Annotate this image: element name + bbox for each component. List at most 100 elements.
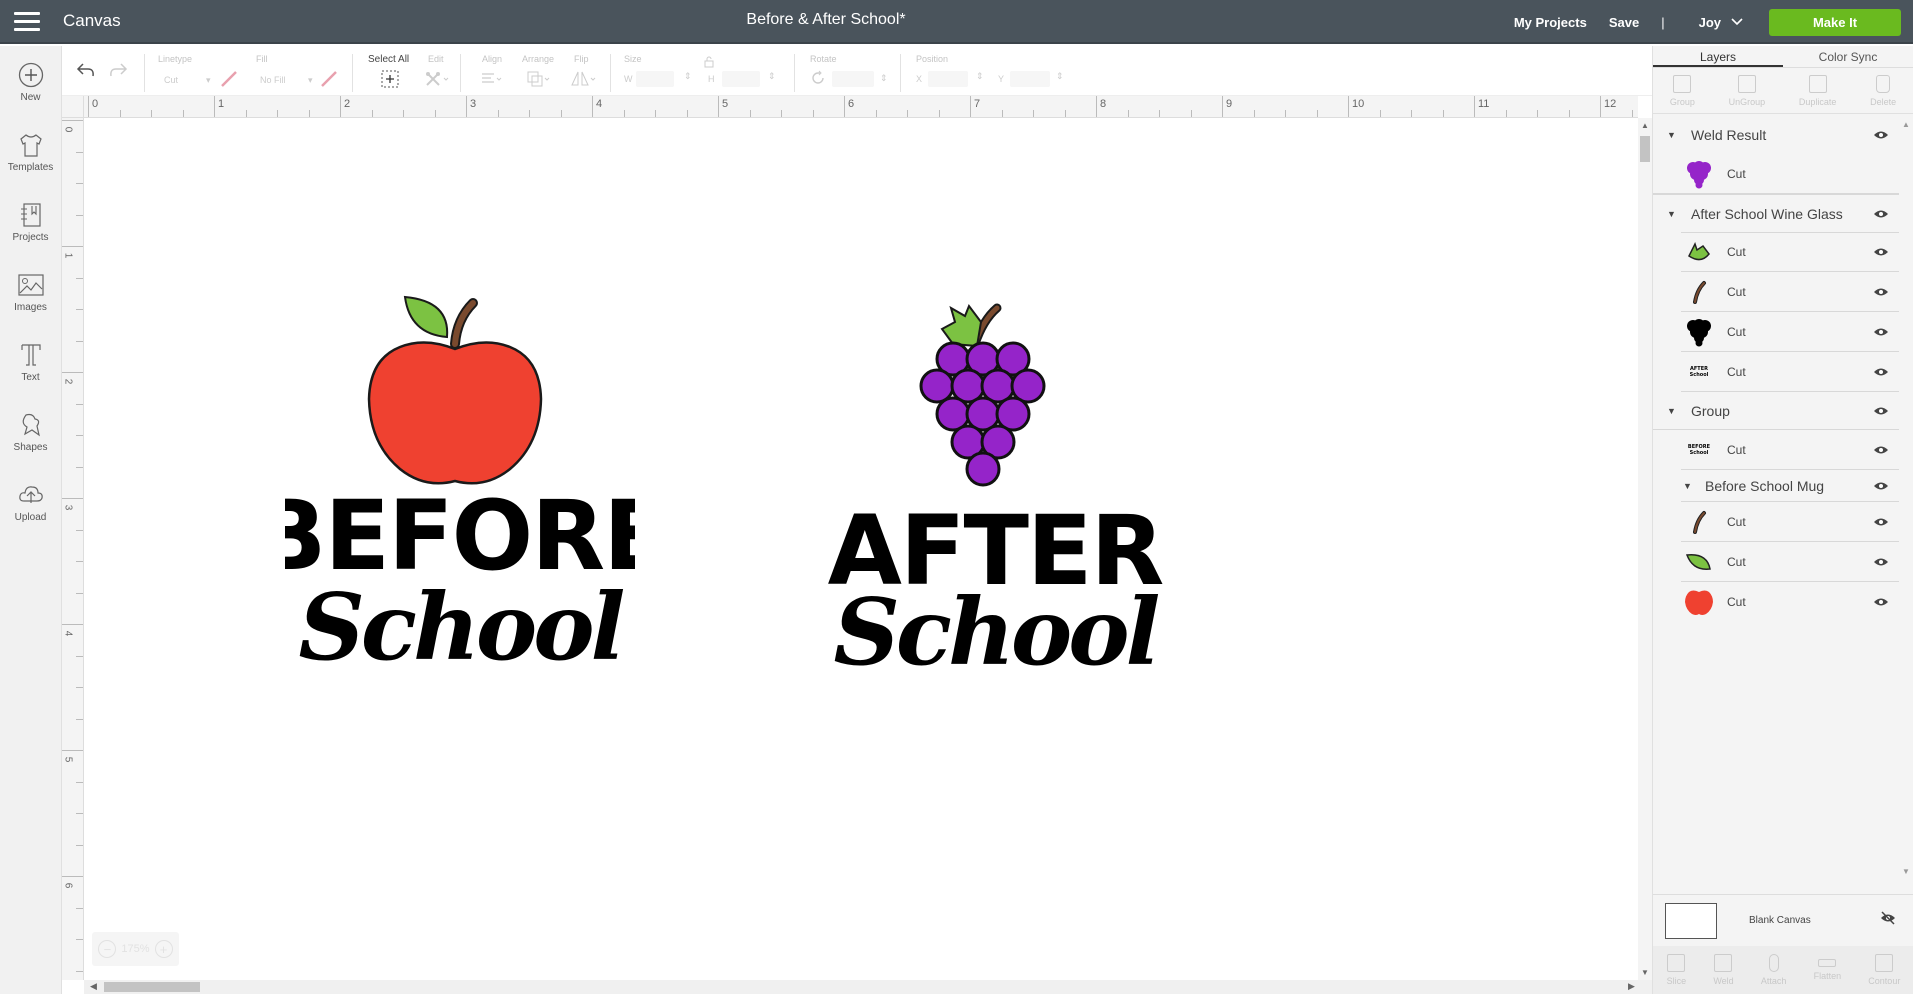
linetype-select[interactable]: Cut ▾ bbox=[158, 70, 268, 90]
design-canvas[interactable]: Before School After School − 175% + bbox=[85, 119, 1638, 980]
eye-icon[interactable] bbox=[1873, 406, 1889, 416]
eye-hidden-icon[interactable] bbox=[1880, 911, 1896, 925]
group-button[interactable]: Group bbox=[1670, 74, 1695, 107]
tab-layers[interactable]: Layers bbox=[1653, 46, 1783, 67]
eye-icon[interactable] bbox=[1873, 287, 1889, 297]
fill-select[interactable]: No Fill ▾ bbox=[256, 70, 316, 90]
x-input[interactable] bbox=[928, 71, 968, 87]
layer-item[interactable]: Cut bbox=[1653, 154, 1899, 194]
make-it-button[interactable]: Make It bbox=[1769, 8, 1901, 36]
duplicate-button[interactable]: Duplicate bbox=[1798, 74, 1837, 107]
attach-button[interactable]: Attach bbox=[1761, 954, 1786, 986]
layer-item[interactable]: Cut bbox=[1681, 232, 1899, 272]
collapse-caret-icon[interactable]: ▼ bbox=[1667, 209, 1677, 219]
canvas-vertical-scrollbar[interactable]: ▲ ▼ bbox=[1638, 118, 1652, 980]
scrollbar-thumb[interactable] bbox=[1640, 136, 1650, 162]
contour-button[interactable]: Contour bbox=[1868, 954, 1900, 986]
align-icon[interactable] bbox=[480, 72, 504, 86]
action-label: Weld bbox=[1713, 976, 1734, 986]
collapse-caret-icon[interactable]: ▼ bbox=[1667, 130, 1677, 140]
x-stepper[interactable]: ⇕ bbox=[976, 71, 984, 82]
group-name: After School Wine Glass bbox=[1691, 205, 1843, 222]
rotate-input[interactable] bbox=[832, 71, 874, 87]
tab-color-sync[interactable]: Color Sync bbox=[1783, 46, 1913, 67]
before-school-design[interactable]: Before School bbox=[285, 259, 635, 669]
linetype-color-swatch[interactable] bbox=[220, 70, 238, 88]
my-projects-link[interactable]: My Projects bbox=[1514, 15, 1587, 30]
scroll-up-arrow[interactable]: ▲ bbox=[1902, 120, 1910, 129]
nav-images[interactable]: Images bbox=[0, 256, 61, 326]
action-label: Duplicate bbox=[1798, 96, 1837, 107]
lock-icon[interactable] bbox=[704, 56, 714, 68]
width-stepper[interactable]: ⇕ bbox=[684, 71, 692, 82]
nav-shapes[interactable]: Shapes bbox=[0, 396, 61, 466]
layer-group-after-school[interactable]: ▼ After School Wine Glass bbox=[1653, 194, 1899, 232]
eye-icon[interactable] bbox=[1873, 481, 1889, 491]
layers-scrollbar[interactable]: ▲ ▼ bbox=[1899, 116, 1913, 880]
select-all-icon[interactable] bbox=[380, 69, 400, 89]
save-button[interactable]: Save bbox=[1609, 15, 1639, 30]
blank-canvas-row[interactable]: Blank Canvas bbox=[1653, 894, 1913, 946]
layer-item[interactable]: Cut bbox=[1681, 312, 1899, 352]
ruler-label: 0 bbox=[92, 98, 99, 110]
eye-icon[interactable] bbox=[1873, 367, 1889, 377]
height-input[interactable] bbox=[722, 71, 760, 87]
scroll-left-arrow[interactable]: ◀ bbox=[90, 981, 97, 992]
edit-icon[interactable] bbox=[424, 70, 450, 88]
layer-item[interactable]: BEFORE School Cut bbox=[1681, 430, 1899, 470]
ungroup-button[interactable]: UnGroup bbox=[1729, 74, 1765, 107]
undo-icon[interactable] bbox=[76, 61, 96, 79]
scroll-down-arrow[interactable]: ▼ bbox=[1902, 867, 1910, 876]
layer-group-weld-result[interactable]: ▼ Weld Result bbox=[1653, 116, 1899, 154]
after-school-design[interactable]: After School bbox=[825, 274, 1165, 674]
width-input[interactable] bbox=[636, 71, 674, 87]
fill-color-swatch[interactable] bbox=[320, 70, 338, 88]
nav-projects[interactable]: Projects bbox=[0, 186, 61, 256]
nav-upload[interactable]: Upload bbox=[0, 466, 61, 536]
slice-button[interactable]: Slice bbox=[1667, 954, 1686, 986]
rotate-icon[interactable] bbox=[810, 70, 826, 86]
layer-item[interactable]: Cut bbox=[1681, 502, 1899, 542]
y-input[interactable] bbox=[1010, 71, 1050, 87]
scrollbar-thumb[interactable] bbox=[104, 982, 200, 992]
weld-button[interactable]: Weld bbox=[1713, 954, 1734, 986]
rotate-stepper[interactable]: ⇕ bbox=[880, 73, 888, 84]
nav-new[interactable]: New bbox=[0, 46, 61, 116]
ruler-minor-tick bbox=[76, 277, 83, 279]
eye-icon[interactable] bbox=[1873, 517, 1889, 527]
arrange-icon[interactable] bbox=[526, 70, 552, 88]
scroll-right-arrow[interactable]: ▶ bbox=[1628, 981, 1635, 992]
eye-icon[interactable] bbox=[1873, 209, 1889, 219]
flip-icon[interactable] bbox=[570, 70, 596, 88]
layer-item[interactable]: Cut bbox=[1681, 582, 1899, 622]
collapse-caret-icon[interactable]: ▼ bbox=[1683, 481, 1693, 491]
layer-group-group[interactable]: ▼ Group bbox=[1653, 392, 1899, 430]
layer-item[interactable]: Cut bbox=[1681, 542, 1899, 582]
layer-item[interactable]: Cut bbox=[1681, 272, 1899, 312]
scroll-down-arrow[interactable]: ▼ bbox=[1641, 968, 1649, 977]
eye-icon[interactable] bbox=[1873, 445, 1889, 455]
nav-templates[interactable]: Templates bbox=[0, 116, 61, 186]
flatten-button[interactable]: Flatten bbox=[1814, 959, 1841, 981]
eye-icon[interactable] bbox=[1873, 557, 1889, 567]
eye-icon[interactable] bbox=[1873, 327, 1889, 337]
eye-icon[interactable] bbox=[1873, 597, 1889, 607]
y-stepper[interactable]: ⇕ bbox=[1056, 71, 1064, 82]
layer-group-before-school-mug[interactable]: ▼ Before School Mug bbox=[1681, 470, 1899, 502]
collapse-caret-icon[interactable]: ▼ bbox=[1667, 406, 1677, 416]
ruler-minor-tick bbox=[182, 110, 184, 117]
canvas-horizontal-scrollbar[interactable]: ◀ ▶ bbox=[84, 980, 1652, 994]
zoom-in-button[interactable]: + bbox=[154, 940, 173, 958]
eye-icon[interactable] bbox=[1873, 247, 1889, 257]
eye-icon[interactable] bbox=[1873, 130, 1889, 140]
layer-item[interactable]: AFTER School Cut bbox=[1681, 352, 1899, 392]
height-stepper[interactable]: ⇕ bbox=[768, 71, 776, 82]
canvas-color-swatch[interactable] bbox=[1665, 902, 1717, 939]
user-menu[interactable]: Joy bbox=[1699, 15, 1743, 30]
delete-button[interactable]: Delete bbox=[1870, 74, 1896, 107]
ruler-major-tick bbox=[1096, 96, 1097, 117]
zoom-out-button[interactable]: − bbox=[98, 940, 117, 958]
redo-icon[interactable] bbox=[108, 61, 128, 79]
nav-text[interactable]: Text bbox=[0, 326, 61, 396]
scroll-up-arrow[interactable]: ▲ bbox=[1641, 121, 1649, 130]
